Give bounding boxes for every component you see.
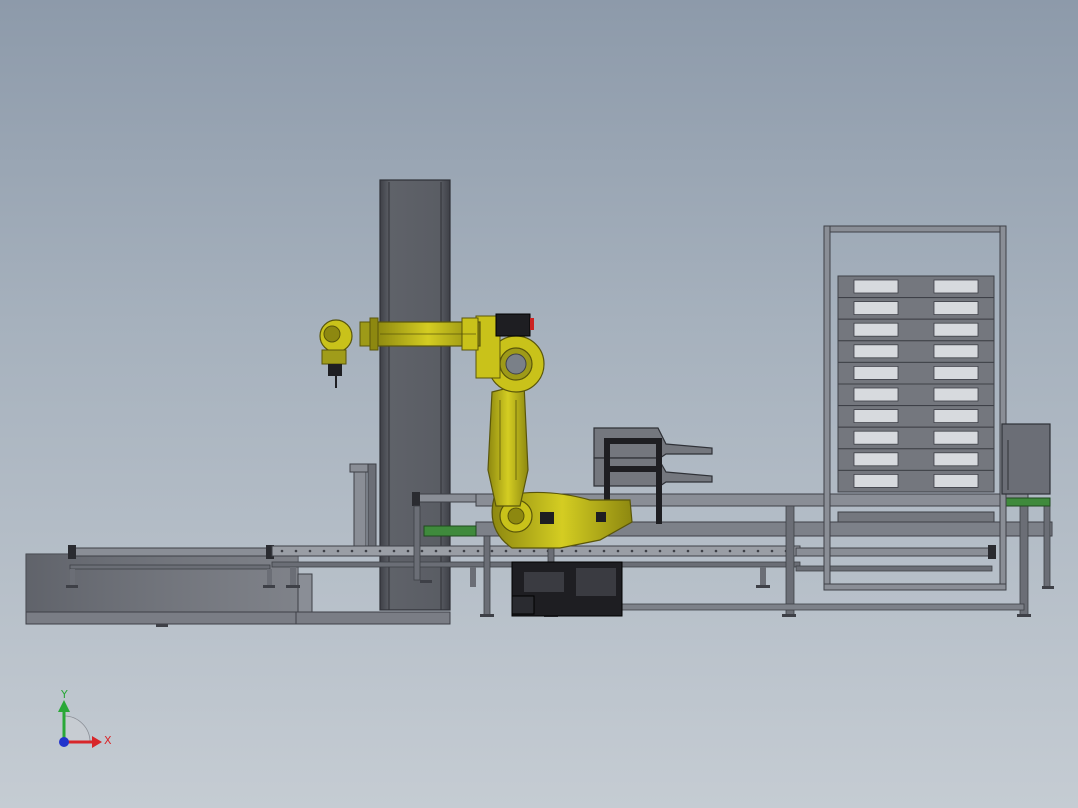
tray-slot: [933, 452, 979, 467]
tray-slot: [853, 430, 899, 445]
bolt-hole: [392, 549, 396, 553]
bolt-hole: [322, 549, 326, 553]
tray-slot: [933, 387, 979, 402]
bolt-hole: [476, 549, 480, 553]
rack-trays: [837, 275, 995, 523]
tray-slot: [933, 409, 979, 424]
z-axis-dot: [59, 737, 69, 747]
cad-model-view[interactable]: Y X: [0, 0, 1078, 808]
bolt-hole: [490, 549, 494, 553]
bolt-hole: [350, 549, 354, 553]
tray-slot: [853, 365, 899, 380]
coordinate-triad: Y X: [58, 688, 112, 748]
tray-slot: [933, 365, 979, 380]
bolt-hole: [504, 549, 508, 553]
tray-slot: [933, 430, 979, 445]
tray-slot: [933, 279, 979, 294]
bolt-hole: [630, 549, 634, 553]
tray-slot: [853, 452, 899, 467]
green-roller: [1003, 497, 1051, 507]
y-axis-label: Y: [60, 688, 68, 701]
bolt-hole: [308, 549, 312, 553]
y-axis-arrowhead: [58, 700, 70, 712]
bolt-hole: [714, 549, 718, 553]
bolt-hole: [686, 549, 690, 553]
tray-slot: [853, 301, 899, 316]
tray-slot: [853, 344, 899, 359]
rack-tray-partial: [837, 511, 995, 523]
bolt-hole: [574, 549, 578, 553]
tray-slot: [853, 409, 899, 424]
tray-slot: [933, 301, 979, 316]
tray-slot: [853, 387, 899, 402]
bolt-hole: [280, 549, 284, 553]
tray-slot: [853, 473, 899, 488]
bolt-hole: [434, 549, 438, 553]
bolt-hole: [756, 549, 760, 553]
bolt-hole: [448, 549, 452, 553]
tray-slot: [933, 473, 979, 488]
graphics-viewport[interactable]: Y X: [0, 0, 1078, 808]
bolt-hole: [560, 549, 564, 553]
bolt-hole: [532, 549, 536, 553]
bolt-hole: [406, 549, 410, 553]
side-cabinet[interactable]: [1001, 423, 1051, 495]
bolt-hole: [658, 549, 662, 553]
bolt-hole: [462, 549, 466, 553]
bolt-hole: [700, 549, 704, 553]
bolt-hole: [294, 549, 298, 553]
bolt-hole: [364, 549, 368, 553]
tray-slot: [853, 322, 899, 337]
tray-slot: [933, 322, 979, 337]
bolt-hole: [672, 549, 676, 553]
x-axis-arrowhead: [92, 736, 102, 748]
bolt-hole: [588, 549, 592, 553]
bolt-hole: [644, 549, 648, 553]
x-axis-label: X: [104, 734, 112, 747]
bolt-hole: [420, 549, 424, 553]
bolt-hole: [378, 549, 382, 553]
bolt-hole: [728, 549, 732, 553]
sensor-post[interactable]: [349, 463, 377, 549]
bolt-hole: [336, 549, 340, 553]
bolt-hole: [742, 549, 746, 553]
bolt-hole: [518, 549, 522, 553]
bolt-hole: [616, 549, 620, 553]
bolt-hole: [770, 549, 774, 553]
bolt-hole: [602, 549, 606, 553]
tray-slot: [933, 344, 979, 359]
tray-slot: [853, 279, 899, 294]
